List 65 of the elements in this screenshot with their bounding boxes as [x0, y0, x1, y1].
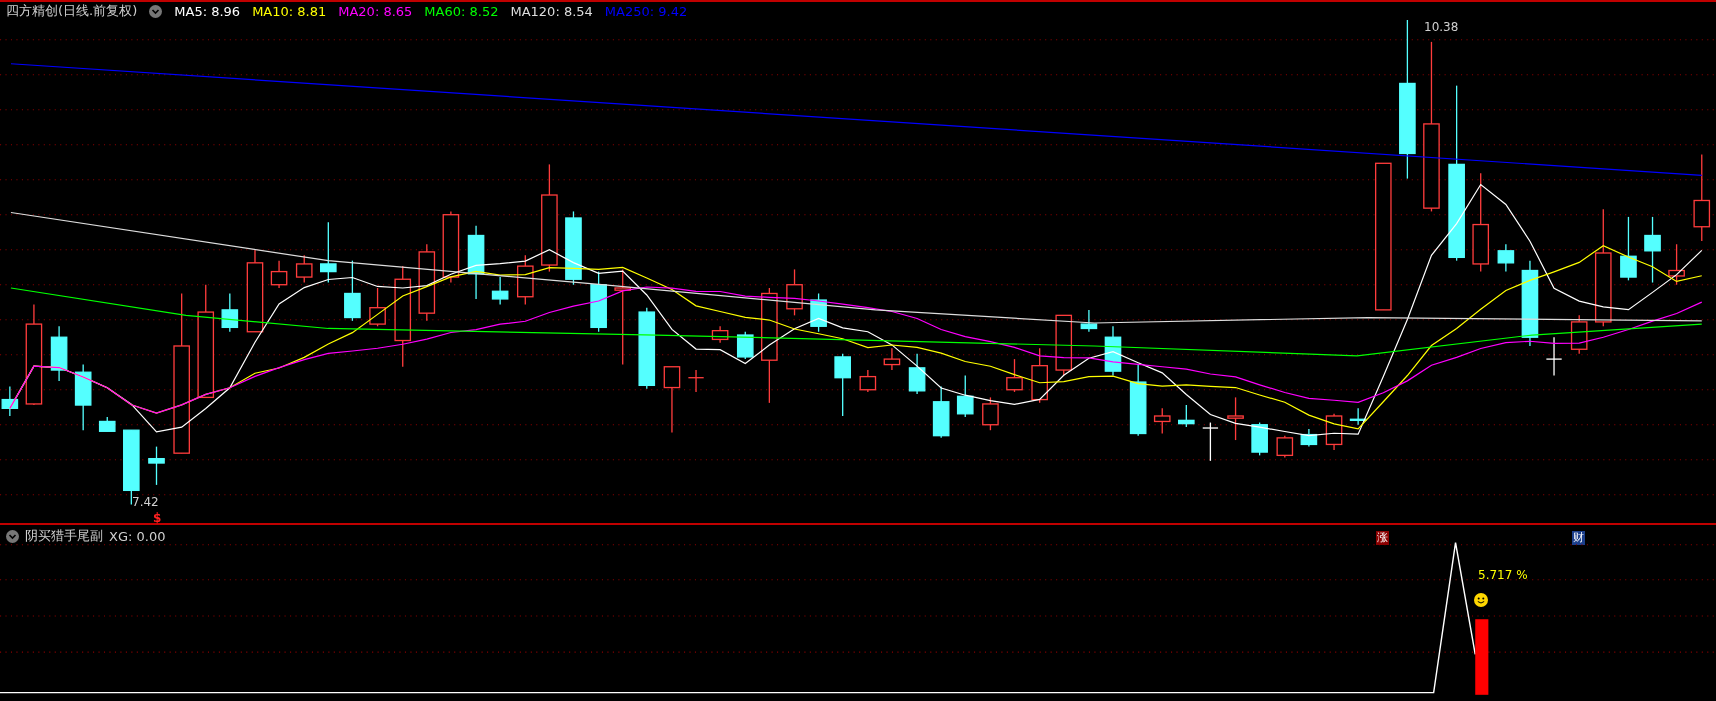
candlestick — [1300, 428, 1318, 448]
candlestick — [956, 374, 974, 418]
candlestick — [834, 353, 851, 417]
candlestick — [369, 287, 386, 327]
candlestick — [1006, 358, 1023, 393]
percent-annotation: 5.717 % — [1478, 568, 1528, 582]
candlestick — [320, 221, 337, 284]
candlestick — [1080, 309, 1098, 333]
candlestick — [982, 396, 999, 431]
candlestick — [1202, 421, 1219, 462]
candlestick — [1497, 243, 1515, 273]
candlestick — [786, 268, 803, 316]
candlestick — [1570, 314, 1588, 355]
moving-average-label: MA120: 8.54 — [510, 3, 593, 19]
moving-average-label: MA20: 8.65 — [338, 3, 413, 19]
candlestick — [491, 276, 509, 306]
signal-badge: 财 — [1572, 531, 1585, 545]
candlestick — [221, 292, 239, 333]
indicator-title: 阴买猎手尾副 — [25, 527, 103, 545]
candlestick — [295, 254, 313, 284]
moving-average-label: MA60: 8.52 — [424, 3, 499, 19]
candlestick — [1644, 216, 1661, 284]
candlestick — [1031, 347, 1048, 404]
candlestick — [1545, 336, 1563, 377]
candlestick — [1620, 216, 1637, 281]
candlestick — [1276, 435, 1294, 459]
candlestick — [517, 254, 534, 306]
candlestick — [590, 270, 607, 333]
candlestick — [1, 385, 19, 417]
candlestick — [687, 369, 705, 393]
candlestick — [1227, 396, 1244, 441]
candlestick — [270, 260, 288, 289]
candlestick — [1325, 413, 1343, 451]
candlestick — [1668, 243, 1685, 286]
candlestick — [663, 366, 681, 434]
moving-average-label: MA5: 8.96 — [174, 3, 241, 19]
candlestick — [883, 347, 901, 371]
candlestick — [908, 353, 926, 395]
candlestick — [1251, 421, 1268, 457]
candlestick — [1055, 314, 1073, 377]
high-price-label: 10.38 — [1424, 20, 1459, 34]
moving-average-label: MA250: 9.42 — [604, 3, 688, 19]
candlestick — [736, 331, 754, 360]
candlestick — [1104, 325, 1122, 377]
candlestick — [148, 445, 165, 486]
chart-title: 四方精创(日线.前复权) — [6, 2, 138, 20]
candlestick — [1178, 404, 1195, 428]
candlestick — [74, 363, 92, 431]
signal-marker: $ — [153, 511, 162, 525]
candlestick — [344, 260, 361, 322]
candlestick — [932, 385, 950, 439]
smiley-icon — [1474, 593, 1488, 607]
low-price-label: 7.42 — [132, 495, 159, 509]
moving-average-label: MA10: 8.81 — [252, 3, 327, 19]
indicator-reading: XG: 0.00 — [109, 528, 166, 544]
candlestick — [1153, 407, 1171, 435]
candlestick — [859, 369, 877, 393]
dropdown-icon[interactable] — [149, 4, 163, 18]
signal-badge: 涨 — [1376, 531, 1389, 545]
candlestick — [711, 325, 729, 344]
candlestick — [50, 325, 68, 382]
candlestick — [98, 416, 116, 432]
candlestick — [810, 292, 827, 333]
dropdown-icon[interactable] — [6, 529, 19, 543]
candlestick — [1349, 407, 1367, 426]
